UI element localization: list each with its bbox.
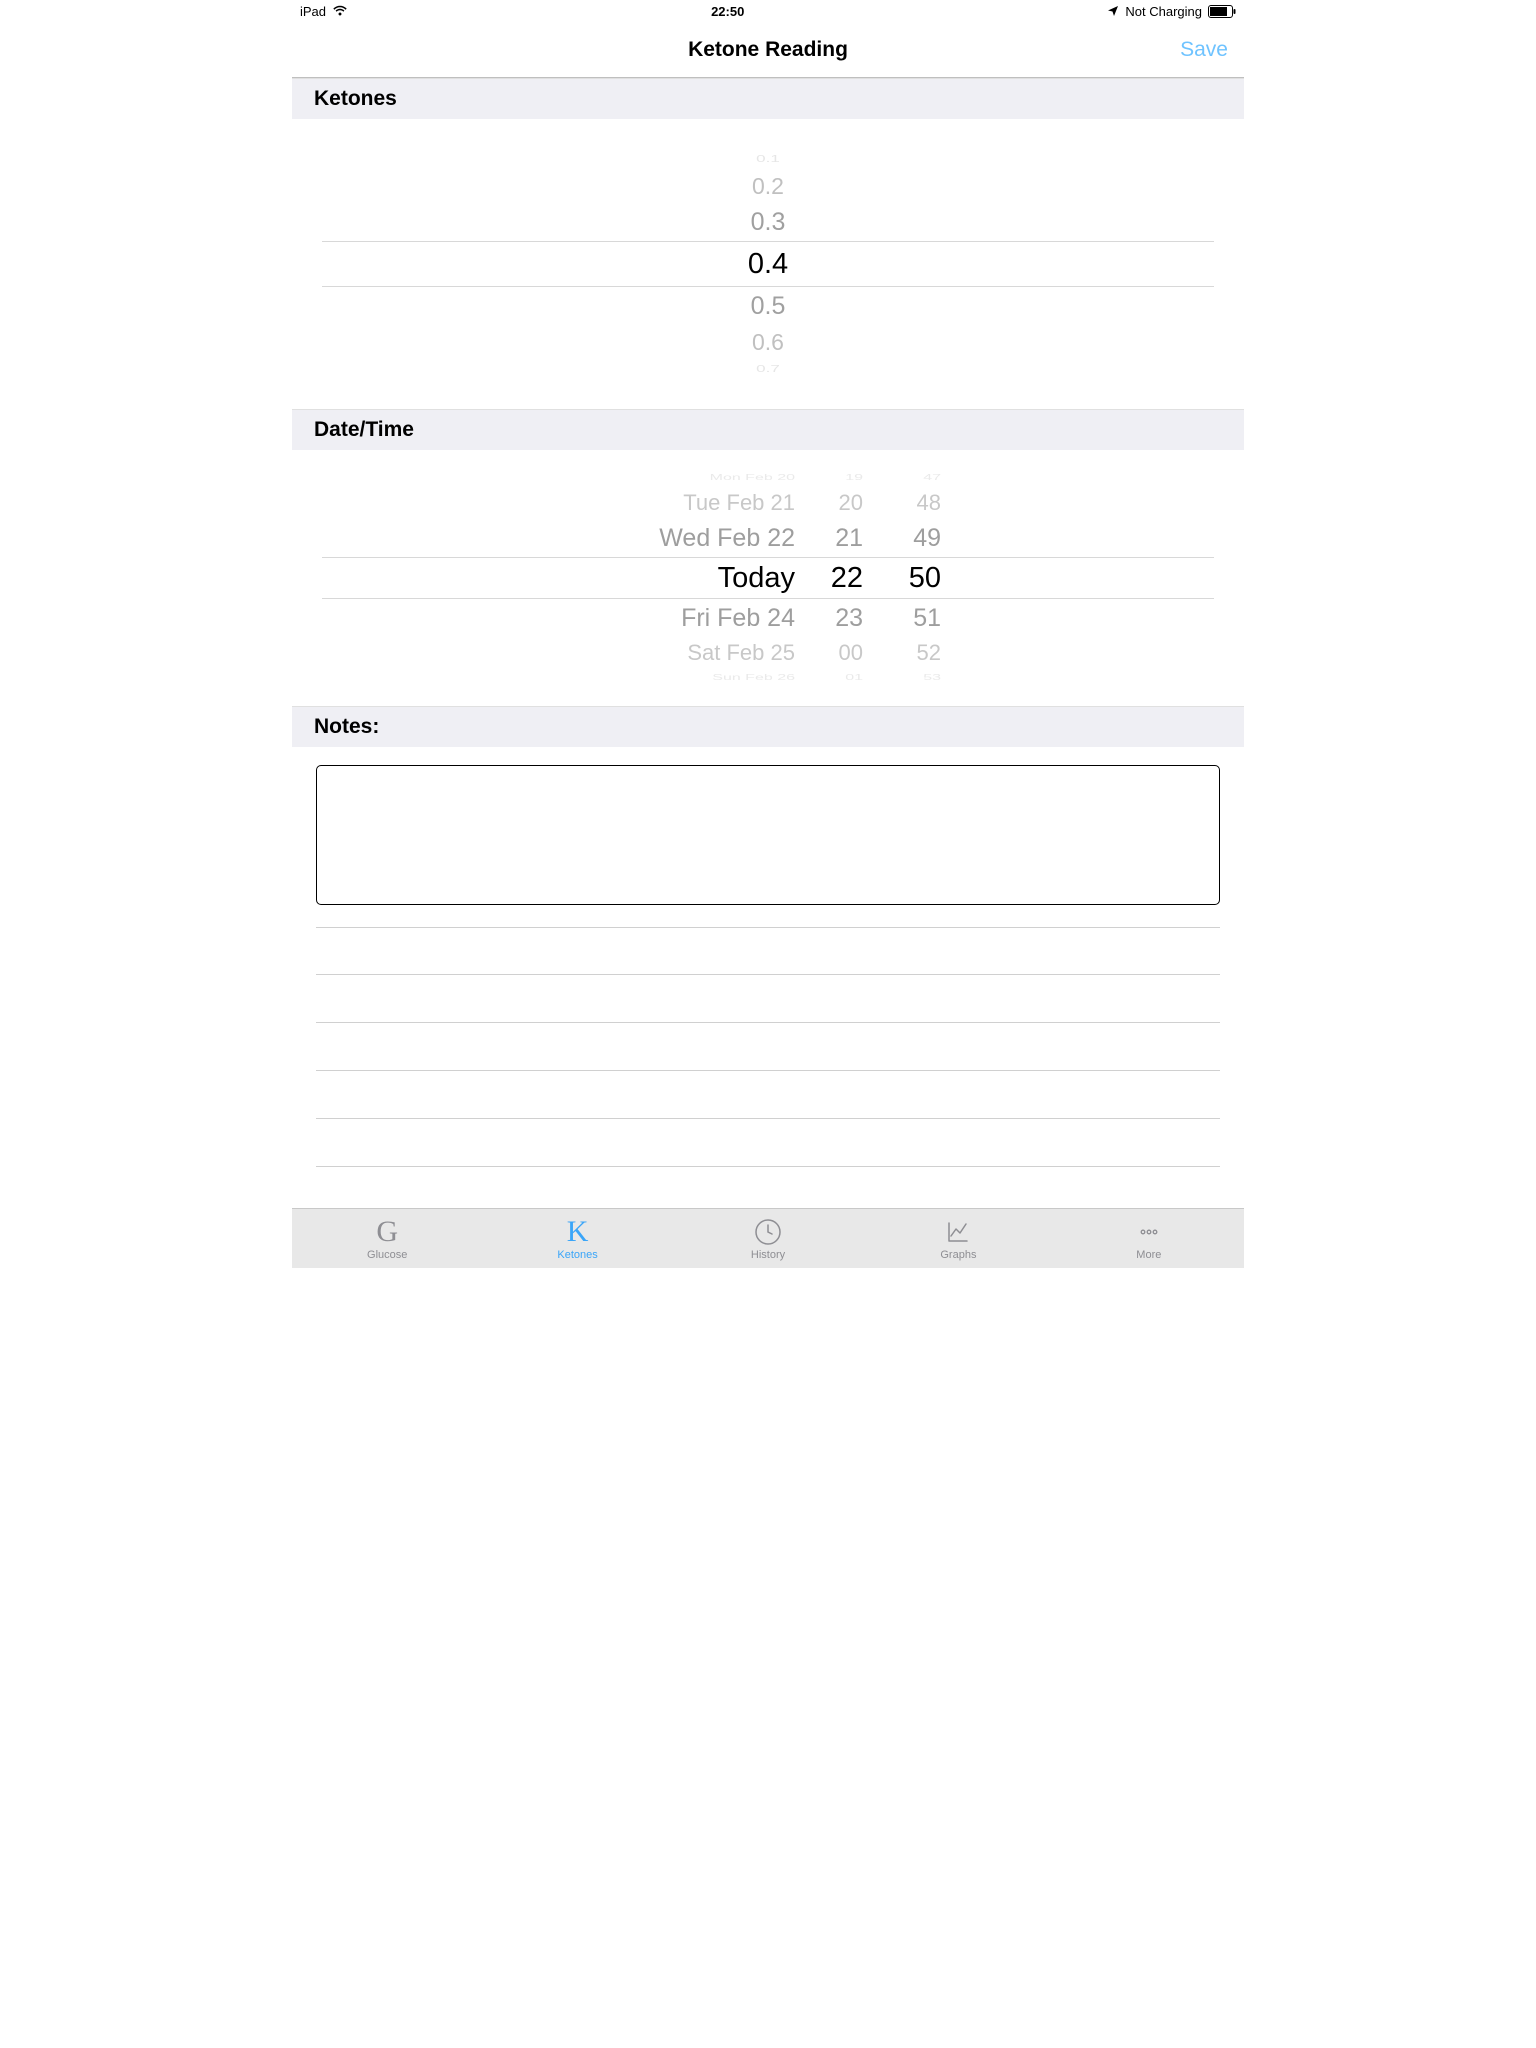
hour-option: 23	[835, 599, 863, 637]
list-row	[316, 1023, 1220, 1071]
ketones-icon: K	[567, 1217, 589, 1247]
picker-option: 0.3	[292, 203, 1244, 241]
hour-option: 00	[839, 637, 863, 669]
battery-icon	[1208, 5, 1236, 18]
date-option: Tue Feb 21	[683, 487, 795, 519]
date-selected: Today	[718, 557, 795, 599]
section-header-ketones: Ketones	[292, 78, 1244, 119]
date-option: Wed Feb 22	[659, 519, 795, 557]
datetime-picker[interactable]: Mon Feb 20 Tue Feb 21 Wed Feb 22 Today F…	[292, 450, 1244, 706]
nav-bar: Ketone Reading Save	[292, 22, 1244, 78]
minute-column[interactable]: 47 48 49 50 51 52 53	[891, 469, 941, 687]
save-button[interactable]: Save	[1180, 38, 1228, 62]
hour-selected: 22	[831, 557, 863, 599]
tab-label: History	[751, 1249, 785, 1261]
notes-section	[292, 747, 1244, 1208]
charging-label: Not Charging	[1125, 4, 1202, 19]
tab-ketones[interactable]: K Ketones	[482, 1209, 672, 1268]
tab-label: Ketones	[557, 1249, 597, 1261]
tab-glucose[interactable]: G Glucose	[292, 1209, 482, 1268]
status-bar: iPad 22:50 Not Charging	[292, 0, 1244, 22]
hour-option: 01	[845, 674, 863, 683]
date-option: Sun Feb 26	[712, 674, 795, 683]
graph-icon	[944, 1217, 972, 1247]
tab-graphs[interactable]: Graphs	[863, 1209, 1053, 1268]
list-lines	[316, 927, 1220, 1167]
tab-more[interactable]: More	[1054, 1209, 1244, 1268]
tab-history[interactable]: History	[673, 1209, 863, 1268]
minute-option: 53	[923, 674, 941, 683]
hour-option: 21	[835, 519, 863, 557]
picker-option: 0.6	[292, 325, 1244, 359]
tab-label: Graphs	[940, 1249, 976, 1261]
page-title: Ketone Reading	[688, 38, 848, 62]
ketone-picker[interactable]: 0.1 0.2 0.3 0.4 0.5 0.6 0.7	[292, 119, 1244, 409]
picker-option: 0.2	[292, 169, 1244, 203]
minute-option: 51	[913, 599, 941, 637]
picker-option: 0.7	[292, 363, 1244, 375]
location-icon	[1107, 5, 1119, 17]
hour-column[interactable]: 19 20 21 22 23 00 01	[813, 469, 863, 687]
list-row	[316, 975, 1220, 1023]
section-header-datetime: Date/Time	[292, 409, 1244, 450]
section-header-notes: Notes:	[292, 706, 1244, 747]
minute-option: 49	[913, 519, 941, 557]
hour-option: 19	[845, 474, 863, 483]
picker-option: 0.1	[292, 153, 1244, 165]
status-time: 22:50	[711, 4, 744, 19]
tab-label: More	[1136, 1249, 1161, 1261]
list-row	[316, 1119, 1220, 1167]
date-option: Mon Feb 20	[710, 474, 795, 483]
minute-option: 52	[917, 637, 941, 669]
list-row	[316, 927, 1220, 975]
tab-label: Glucose	[367, 1249, 407, 1261]
wifi-icon	[332, 5, 348, 17]
clock-icon	[754, 1217, 782, 1247]
minute-selected: 50	[909, 557, 941, 599]
glucose-icon: G	[376, 1217, 398, 1247]
picker-option: 0.5	[292, 287, 1244, 325]
minute-option: 47	[923, 474, 941, 483]
date-column[interactable]: Mon Feb 20 Tue Feb 21 Wed Feb 22 Today F…	[595, 469, 795, 687]
date-option: Fri Feb 24	[681, 599, 795, 637]
hour-option: 20	[839, 487, 863, 519]
tab-bar: G Glucose K Ketones History Graphs More	[292, 1208, 1244, 1268]
notes-input[interactable]	[316, 765, 1220, 905]
more-icon	[1135, 1217, 1163, 1247]
picker-selected: 0.4	[322, 241, 1214, 287]
list-row	[316, 1071, 1220, 1119]
device-label: iPad	[300, 4, 326, 19]
date-option: Sat Feb 25	[687, 637, 795, 669]
minute-option: 48	[917, 487, 941, 519]
